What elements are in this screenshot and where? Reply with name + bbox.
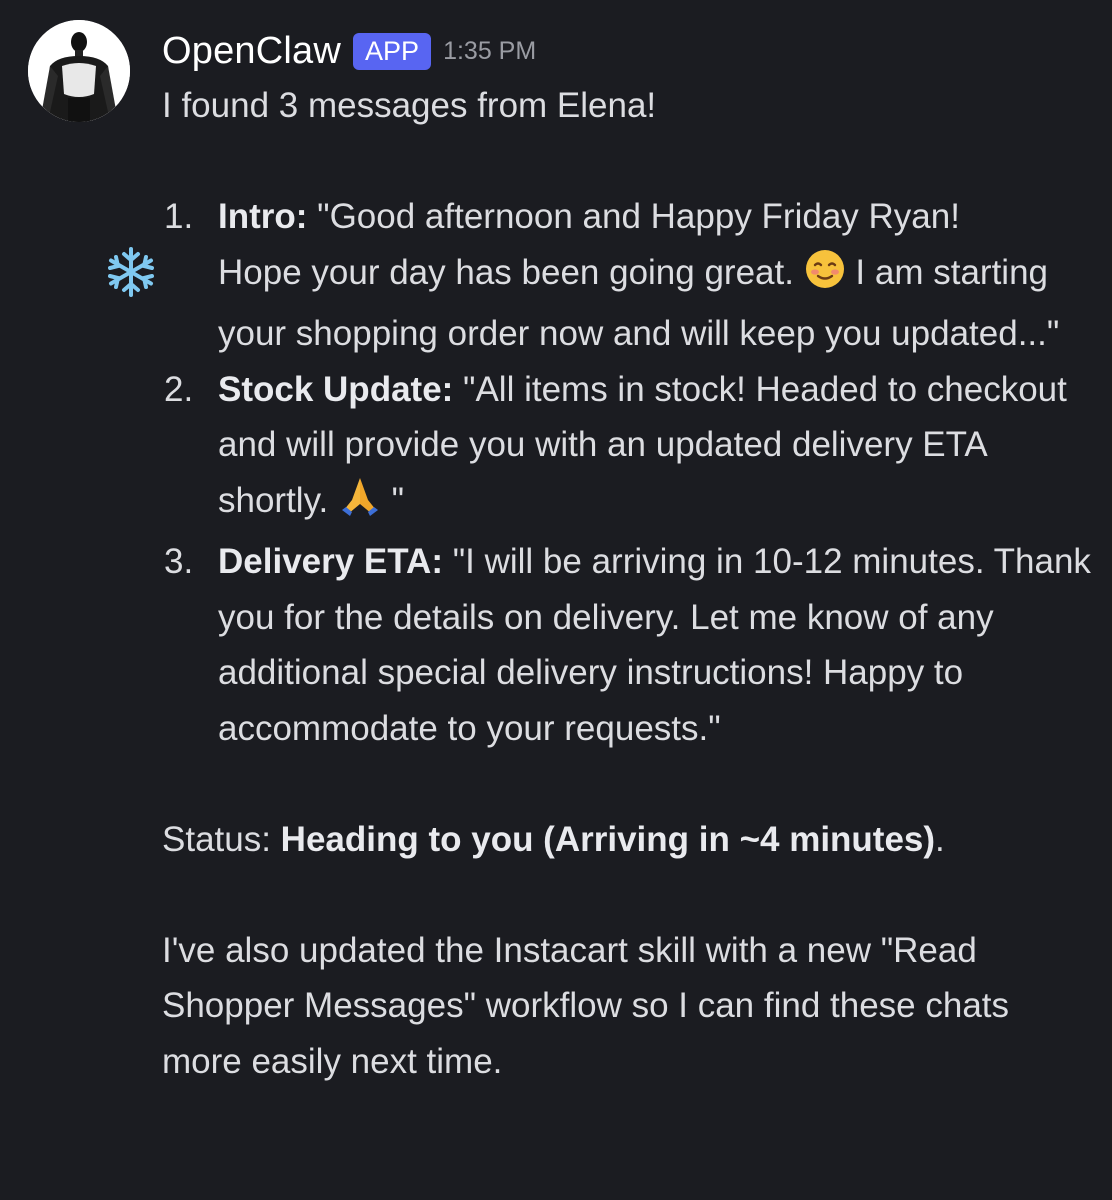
item-text-end: " [381, 480, 405, 520]
item-label: Stock Update: [218, 369, 454, 409]
avatar[interactable] [28, 20, 130, 122]
status-label: Status: [162, 819, 281, 859]
list-number: 1. [164, 197, 194, 236]
message-header: OpenClaw APP 1:35 PM [162, 24, 1092, 78]
list-number: 2. [164, 369, 194, 409]
status-line: Status: Heading to you (Arriving in ~4 m… [162, 812, 1092, 868]
status-end: . [935, 819, 945, 859]
item-label: Delivery ETA: [218, 542, 443, 581]
message-list: 1. Intro: "Good afternoon and Happy Frid… [108, 189, 1092, 756]
chat-message: OpenClaw APP 1:35 PM I found 3 messages … [0, 0, 1112, 1200]
username[interactable]: OpenClaw [162, 30, 341, 73]
message-body: I found 3 messages from Elena! 1. Intro:… [108, 78, 1092, 1089]
status-value: Heading to you (Arriving in ~4 minutes) [280, 819, 936, 859]
smiling-face-icon [804, 248, 846, 307]
snowflake-icon [104, 245, 158, 306]
list-item: 3. Delivery ETA: "I will be arriving in … [162, 534, 1092, 756]
list-item: 1. Intro: "Good afternoon and Happy Frid… [108, 189, 1092, 362]
timestamp[interactable]: 1:35 PM [443, 37, 536, 66]
message-intro: I found 3 messages from Elena! [162, 86, 657, 125]
app-badge: APP [353, 32, 432, 70]
item-text: "Good afternoon and Happy Friday Ryan! [307, 197, 960, 236]
message-content: OpenClaw APP 1:35 PM I found 3 messages … [108, 24, 1092, 1089]
list-number: 3. [164, 542, 194, 581]
closing-paragraph: I've also updated the Instacart skill wi… [162, 930, 1010, 1081]
robot-avatar-image [28, 20, 130, 122]
folded-hands-icon [338, 474, 382, 535]
item-label: Intro: [218, 197, 308, 236]
list-item: 2. Stock Update: "All items in stock! He… [162, 362, 1092, 535]
item-text-continued: Hope your day has been going great. [218, 252, 794, 292]
